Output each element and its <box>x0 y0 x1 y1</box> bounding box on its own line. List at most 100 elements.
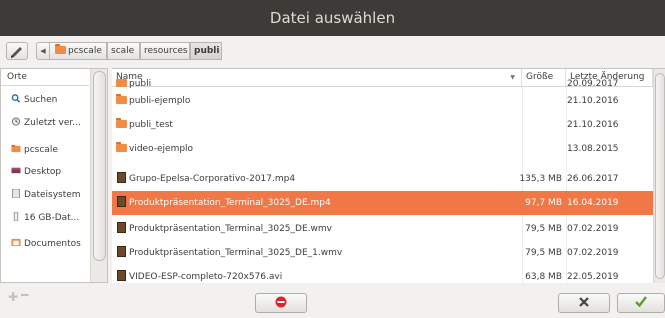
folder-icon <box>116 79 127 87</box>
row-date: 22.05.2019 <box>567 272 619 282</box>
sidebar-item-pcscale[interactable]: pcscale <box>1 139 89 161</box>
path-back-button[interactable]: ◀ <box>36 42 50 60</box>
home-folder-icon <box>11 144 21 153</box>
usb-drive-icon <box>13 212 19 221</box>
path-bar: ◀ pcscale scale resources publi <box>0 36 665 64</box>
crumb-scale[interactable]: scale <box>107 42 140 60</box>
sidebar-scrollbar-thumb[interactable] <box>93 71 106 261</box>
row-date: 07.02.2019 <box>567 224 619 234</box>
video-file-icon <box>117 196 126 207</box>
sidebar-item-label: Zuletzt ver... <box>24 118 81 128</box>
remove-bookmark-button[interactable]: ━ <box>21 288 28 302</box>
ok-button[interactable] <box>617 293 665 313</box>
documents-icon <box>11 238 21 247</box>
crumb-pcscale[interactable]: pcscale <box>49 42 107 60</box>
row-name-text: publi <box>129 79 152 89</box>
edit-location-button[interactable] <box>6 42 28 60</box>
video-file-icon <box>117 172 126 183</box>
video-file-icon <box>117 246 126 257</box>
file-list: Name ▼ Größe Letzte Änderung publi 20.09… <box>112 68 665 283</box>
crumb-resources[interactable]: resources <box>140 42 190 60</box>
places-header: Orte <box>1 69 89 86</box>
cross-icon <box>579 297 589 307</box>
row-name-text: Produktpräsentation_Terminal_3025_DE_1.w… <box>129 248 343 258</box>
folder-icon <box>116 118 127 128</box>
file-list-scrollbar-thumb[interactable] <box>655 73 665 279</box>
crumb-publi[interactable]: publi <box>190 42 222 60</box>
row-size: 79,5 MB <box>525 224 562 234</box>
row-name: Grupo-Epelsa-Corporativo-2017.mp4 <box>112 167 295 191</box>
row-name-text: Produktpräsentation_Terminal_3025_DE.wmv <box>129 224 332 234</box>
row-size: 135,3 MB <box>519 174 562 184</box>
crumb-label: pcscale <box>68 46 102 56</box>
pencil-icon <box>11 47 22 58</box>
row-name: publi <box>112 79 151 89</box>
minus-icon: ━ <box>21 288 29 302</box>
chevron-left-icon: ◀ <box>40 47 46 55</box>
video-file-icon <box>117 222 126 233</box>
add-bookmark-button[interactable]: ✚ <box>8 290 18 304</box>
sidebar-item-desktop[interactable]: Desktop <box>1 161 89 183</box>
table-row[interactable]: Produktpräsentation_Terminal_3025_DE_1.w… <box>112 241 653 265</box>
recent-icon <box>11 117 21 126</box>
delete-button[interactable] <box>255 293 307 313</box>
sidebar-item-label: Suchen <box>24 95 58 105</box>
row-date: 20.09.2017 <box>567 79 619 89</box>
row-name-text: Produktpräsentation_Terminal_3025_DE.mp4 <box>129 198 331 208</box>
row-size: 79,5 MB <box>525 248 562 258</box>
row-date: 21.10.2016 <box>567 120 619 130</box>
row-name-text: VIDEO-ESP-completo-720x576.avi <box>129 272 283 282</box>
row-name: Produktpräsentation_Terminal_3025_DE.mp4 <box>112 191 331 215</box>
row-date: 07.02.2019 <box>567 248 619 258</box>
cancel-button[interactable] <box>558 293 610 313</box>
sidebar-item-documentos[interactable]: Documentos <box>1 233 89 255</box>
table-row[interactable]: video-ejemplo 13.08.2015 <box>112 137 653 161</box>
row-date: 26.06.2017 <box>567 174 619 184</box>
table-row-selected[interactable]: Produktpräsentation_Terminal_3025_DE.mp4… <box>112 191 653 215</box>
sidebar-item-label: Dateisystem <box>24 190 81 200</box>
folder-icon <box>116 94 127 104</box>
folder-icon <box>116 142 127 152</box>
places-sidebar: Orte Suchen Zuletzt ver... pcscale Deskt… <box>0 68 108 283</box>
row-size: 97,7 MB <box>525 198 562 208</box>
sidebar-item-usb-drive[interactable]: 16 GB-Dat... <box>1 207 89 229</box>
table-row[interactable]: Produktpräsentation_Terminal_3025_DE.wmv… <box>112 217 653 241</box>
row-name-text: Grupo-Epelsa-Corporativo-2017.mp4 <box>129 174 296 184</box>
row-name: Produktpräsentation_Terminal_3025_DE_1.w… <box>112 241 342 265</box>
home-folder-icon <box>55 44 66 54</box>
table-row[interactable]: VIDEO-ESP-completo-720x576.avi 63,8 MB 2… <box>112 265 653 283</box>
row-date: 21.10.2016 <box>567 96 619 106</box>
sidebar-item-label: 16 GB-Dat... <box>24 213 80 223</box>
window-title: Datei auswählen <box>0 0 665 36</box>
desktop-icon <box>11 167 21 174</box>
video-file-icon <box>117 270 126 281</box>
table-row[interactable]: publi 20.09.2017 <box>112 79 653 89</box>
row-date: 13.08.2015 <box>567 144 619 154</box>
row-name-text: video-ejemplo <box>129 144 194 154</box>
harddisk-icon <box>12 189 20 198</box>
row-name: publi-ejemplo <box>112 89 190 113</box>
row-name: video-ejemplo <box>112 137 193 161</box>
sidebar-item-label: Documentos <box>24 239 81 249</box>
row-name: Produktpräsentation_Terminal_3025_DE.wmv <box>112 217 332 241</box>
no-entry-icon <box>275 296 287 308</box>
table-row[interactable]: publi-ejemplo 21.10.2016 <box>112 89 653 113</box>
plus-icon: ✚ <box>8 290 19 304</box>
search-icon <box>11 94 21 103</box>
row-date: 16.04.2019 <box>567 198 619 208</box>
checkmark-icon <box>635 296 647 308</box>
row-name: VIDEO-ESP-completo-720x576.avi <box>112 265 282 283</box>
sidebar-item-filesystem[interactable]: Dateisystem <box>1 184 89 206</box>
sidebar-item-label: Desktop <box>24 167 62 177</box>
sidebar-item-label: pcscale <box>24 145 58 155</box>
row-name-text: publi_test <box>129 120 173 130</box>
row-name: publi_test <box>112 113 173 137</box>
file-list-scrollbar[interactable] <box>653 69 665 283</box>
sidebar-item-search[interactable]: Suchen <box>1 89 89 111</box>
sidebar-item-recent[interactable]: Zuletzt ver... <box>1 112 89 134</box>
row-name-text: publi-ejemplo <box>129 96 191 106</box>
table-row[interactable]: Grupo-Epelsa-Corporativo-2017.mp4 135,3 … <box>112 167 653 191</box>
row-size: 63,8 MB <box>525 272 562 282</box>
sidebar-scrollbar[interactable] <box>90 69 107 282</box>
table-row[interactable]: publi_test 21.10.2016 <box>112 113 653 137</box>
